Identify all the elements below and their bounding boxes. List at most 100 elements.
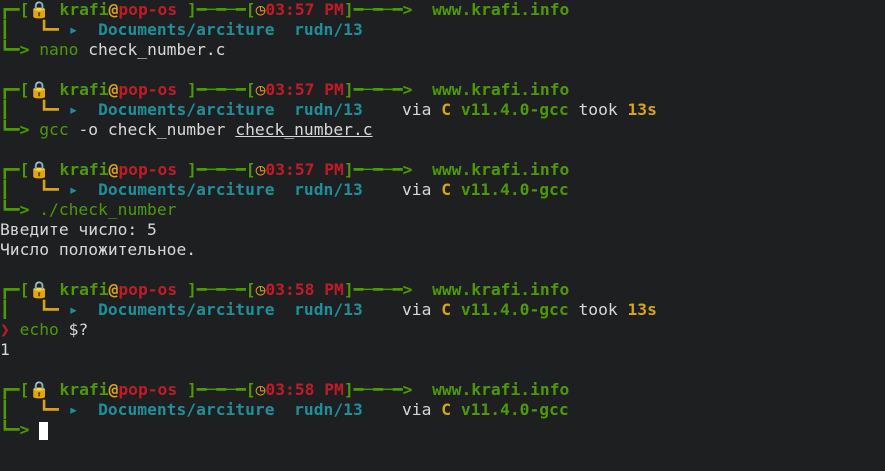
prompt-time: 03:58 PM	[265, 280, 344, 299]
prompt-via: via	[401, 100, 432, 119]
command-line: ┗━> ./check_number	[0, 200, 885, 220]
prompt-user: krafi	[59, 80, 109, 99]
prompt-lang: C	[441, 100, 452, 119]
prompt-host: pop-os	[118, 280, 178, 299]
prompt-frame: ]━─━─━[	[177, 280, 256, 299]
command-output: Введите число: 5	[0, 220, 885, 240]
command-output: 1	[0, 340, 885, 360]
folder-icon: ▸	[68, 180, 79, 199]
prompt-frame: ┃	[0, 20, 40, 39]
command-line: ❯ echo $?	[0, 320, 885, 340]
command-args: $?	[68, 320, 89, 339]
lock-icon: 🔒	[29, 380, 50, 399]
prompt-path: Documents/arciture	[98, 300, 275, 319]
prompt-branch: rudn/13	[294, 180, 363, 199]
prompt-frame: ┃	[0, 180, 40, 199]
command-line: ┗━> nano check_number.c	[0, 40, 885, 60]
prompt-frame: ]━─━─━[	[177, 380, 256, 399]
prompt-user: krafi	[59, 280, 109, 299]
prompt-via: via	[401, 180, 432, 199]
prompt-via: via	[401, 400, 432, 419]
lock-icon: 🔒	[29, 280, 50, 299]
prompt-arrow: ┗━>	[0, 420, 40, 439]
command-name: gcc	[39, 120, 69, 139]
prompt-host: pop-os	[118, 0, 178, 19]
prompt-branch: rudn/13	[294, 20, 363, 39]
terminal-window[interactable]: ┏━[🔒 krafi@pop-os ]━─━─━[◷03:57 PM]━─━─━…	[0, 0, 885, 471]
command-args: -o check_number	[78, 120, 226, 139]
prompt-path: Documents/arciture	[98, 100, 275, 119]
prompt-frame-branch: ┗━	[39, 180, 59, 199]
prompt-branch: rudn/13	[294, 100, 363, 119]
prompt-path-line: ┃ ┗━ ▸ Documents/arciture rudn/13	[0, 20, 885, 40]
prompt-frame: ]━─━─━>	[343, 0, 433, 19]
command-name: nano	[39, 40, 79, 59]
output-text: 1	[0, 340, 10, 359]
prompt-site: www.krafi.info	[432, 160, 570, 179]
prompt-user: krafi	[59, 380, 109, 399]
prompt-version: v11.4.0-gcc	[460, 100, 569, 119]
command-args: check_number.c	[88, 40, 226, 59]
prompt-arrow: ┗━>	[0, 120, 40, 139]
prompt-duration: 13s	[627, 100, 657, 119]
prompt-time: 03:57 PM	[265, 80, 344, 99]
prompt-lang: C	[441, 300, 452, 319]
prompt-frame: ┏━[	[0, 0, 30, 19]
prompt-version: v11.4.0-gcc	[460, 400, 569, 419]
clock-icon: ◷	[255, 160, 266, 179]
prompt-took: took	[578, 300, 618, 319]
prompt-frame: ┏━[	[0, 280, 30, 299]
lock-icon: 🔒	[29, 0, 50, 19]
prompt-frame: ┃	[0, 400, 40, 419]
prompt-at: @	[108, 160, 119, 179]
lock-icon: 🔒	[29, 160, 50, 179]
prompt-at: @	[108, 0, 119, 19]
lock-icon: 🔒	[29, 80, 50, 99]
clock-icon: ◷	[255, 80, 266, 99]
command-line: ┗━> gcc -o check_number check_number.c	[0, 120, 885, 140]
prompt-frame-branch: ┗━	[39, 100, 59, 119]
prompt-user: krafi	[59, 160, 109, 179]
prompt-arrow: ┗━>	[0, 40, 40, 59]
prompt-frame: ┏━[	[0, 160, 30, 179]
command-name: ./check_number	[39, 200, 177, 219]
prompt-frame-branch: ┗━	[39, 20, 59, 39]
prompt-duration: 13s	[627, 300, 657, 319]
folder-icon: ▸	[68, 400, 79, 419]
prompt-frame: ]━─━─━[	[177, 160, 256, 179]
prompt-lang: C	[441, 180, 452, 199]
prompt-frame: ]━─━─━>	[343, 80, 433, 99]
prompt-frame: ]━─━─━[	[177, 0, 256, 19]
text-cursor[interactable]	[39, 421, 49, 440]
prompt-path-line: ┃ ┗━ ▸ Documents/arciture rudn/13 via C …	[0, 400, 885, 420]
prompt-version: v11.4.0-gcc	[460, 180, 569, 199]
output-text: Число положительное.	[0, 240, 197, 259]
prompt-path: Documents/arciture	[98, 400, 275, 419]
